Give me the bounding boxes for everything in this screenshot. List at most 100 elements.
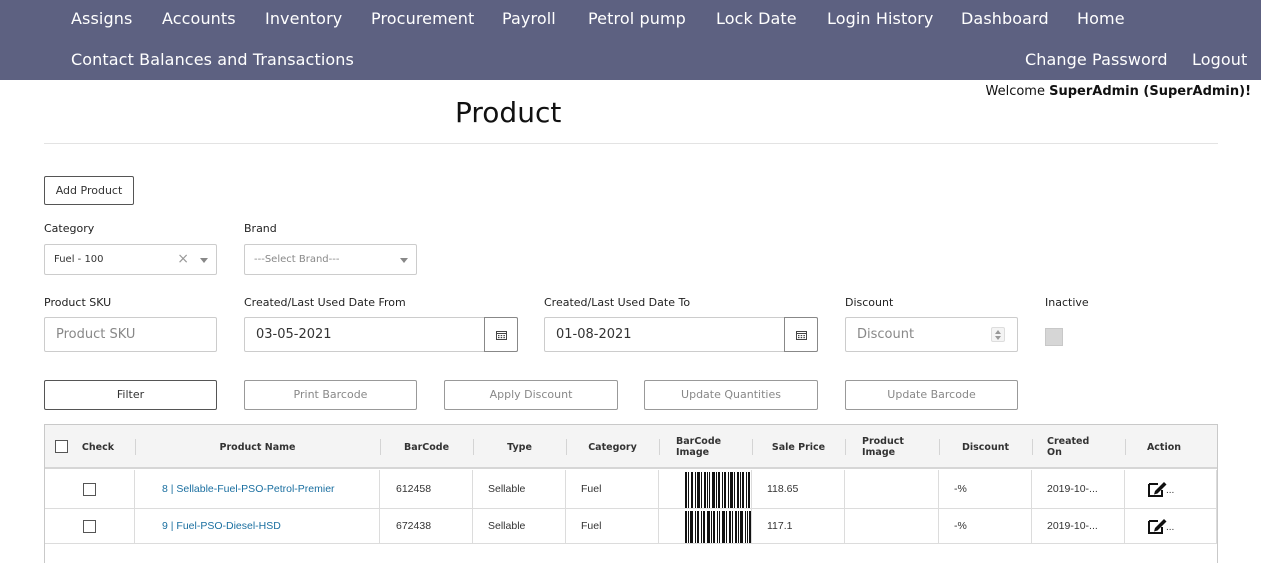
chevron-down-icon xyxy=(400,258,408,263)
barcode-image-cell xyxy=(659,470,752,508)
action-cell: ... xyxy=(1125,509,1217,543)
col-product-image[interactable]: Product Image xyxy=(862,425,922,469)
col-product-name[interactable]: Product Name xyxy=(135,425,380,469)
nav-home[interactable]: Home xyxy=(1077,9,1125,29)
discount-placeholder: Discount xyxy=(857,327,915,342)
barcode-image xyxy=(685,511,751,543)
apply-discount-button[interactable]: Apply Discount xyxy=(444,380,618,410)
discount-cell: -% xyxy=(939,470,1032,508)
col-type[interactable]: Type xyxy=(473,425,566,469)
nav-accounts[interactable]: Accounts xyxy=(162,9,236,29)
col-separator xyxy=(845,439,846,455)
table-row: 9 | Fuel-PSO-Diesel-HSD 672438 Sellable … xyxy=(45,509,1217,544)
col-category[interactable]: Category xyxy=(566,425,659,469)
col-sale-price[interactable]: Sale Price xyxy=(752,425,845,469)
category-cell: Fuel xyxy=(566,470,659,508)
row-check-cell xyxy=(45,470,135,508)
col-barcode-image[interactable]: BarCode Image xyxy=(676,425,736,469)
nav-assigns[interactable]: Assigns xyxy=(71,9,132,29)
nav-payroll[interactable]: Payroll xyxy=(502,9,556,29)
sale-price-cell: 118.65 xyxy=(752,470,845,508)
update-quantities-button[interactable]: Update Quantities xyxy=(644,380,818,410)
product-image-cell xyxy=(845,470,939,508)
top-navbar: Assigns Accounts Inventory Procurement P… xyxy=(0,0,1261,80)
discount-cell: -% xyxy=(939,509,1032,543)
inactive-label: Inactive xyxy=(1045,296,1089,309)
add-product-button[interactable]: Add Product xyxy=(44,176,134,205)
date-from-calendar-button[interactable] xyxy=(484,317,518,352)
row-checkbox[interactable] xyxy=(83,519,96,533)
col-separator xyxy=(1032,439,1033,455)
barcode-cell: 612458 xyxy=(380,470,473,508)
row-checkbox[interactable] xyxy=(83,482,96,496)
barcode-image xyxy=(685,472,750,508)
brand-placeholder: ---Select Brand--- xyxy=(254,254,340,265)
product-grid: Check Product Name BarCode Type Category… xyxy=(44,424,1218,563)
number-spinner-icon[interactable] xyxy=(991,327,1005,342)
col-discount[interactable]: Discount xyxy=(939,425,1032,469)
brand-select[interactable]: ---Select Brand--- xyxy=(244,244,417,275)
sale-price-cell: 117.1 xyxy=(752,509,845,543)
created-on-cell: 2019-10-... xyxy=(1032,470,1125,508)
select-all-checkbox[interactable] xyxy=(55,440,68,453)
created-on-cell: 2019-10-... xyxy=(1032,509,1125,543)
discount-input[interactable]: Discount xyxy=(845,317,1018,352)
type-cell: Sellable xyxy=(473,470,566,508)
nav-petrol-pump[interactable]: Petrol pump xyxy=(588,9,686,29)
col-created-on[interactable]: Created On xyxy=(1047,425,1097,469)
clear-icon[interactable]: × xyxy=(177,251,189,267)
date-to-label: Created/Last Used Date To xyxy=(544,296,691,309)
edit-icon[interactable] xyxy=(1147,480,1168,498)
nav-contact-balances[interactable]: Contact Balances and Transactions xyxy=(71,50,354,70)
product-name-cell: 9 | Fuel-PSO-Diesel-HSD xyxy=(135,509,380,543)
nav-procurement[interactable]: Procurement xyxy=(371,9,474,29)
col-check[interactable]: Check xyxy=(81,425,115,469)
chevron-down-icon xyxy=(200,258,208,263)
category-select[interactable]: Fuel - 100 × xyxy=(44,244,217,275)
inactive-checkbox[interactable] xyxy=(1045,328,1063,346)
filter-button[interactable]: Filter xyxy=(44,380,217,410)
category-cell: Fuel xyxy=(566,509,659,543)
welcome-prefix: Welcome xyxy=(985,84,1050,99)
category-label: Category xyxy=(44,222,95,235)
calendar-icon xyxy=(496,331,507,340)
nav-dashboard[interactable]: Dashboard xyxy=(961,9,1049,29)
date-to-value: 01-08-2021 xyxy=(556,327,632,342)
nav-logout[interactable]: Logout xyxy=(1192,50,1247,70)
table-row: 8 | Sellable-Fuel-PSO-Petrol-Premier 612… xyxy=(45,470,1217,509)
brand-label: Brand xyxy=(244,222,277,235)
product-name-link[interactable]: 9 | Fuel-PSO-Diesel-HSD xyxy=(162,520,281,532)
edit-icon[interactable] xyxy=(1147,517,1168,535)
col-barcode[interactable]: BarCode xyxy=(380,425,473,469)
product-image-cell xyxy=(845,509,939,543)
sku-input[interactable]: Product SKU xyxy=(44,317,217,352)
nav-change-password[interactable]: Change Password xyxy=(1025,50,1168,70)
print-barcode-button[interactable]: Print Barcode xyxy=(244,380,417,410)
page-title: Product xyxy=(455,96,562,129)
date-from-label: Created/Last Used Date From xyxy=(244,296,406,309)
product-name-cell: 8 | Sellable-Fuel-PSO-Petrol-Premier xyxy=(135,470,380,508)
col-action[interactable]: Action xyxy=(1125,425,1203,469)
type-cell: Sellable xyxy=(473,509,566,543)
update-barcode-button[interactable]: Update Barcode xyxy=(845,380,1018,410)
more-actions[interactable]: ... xyxy=(1166,522,1174,533)
sku-placeholder: Product SKU xyxy=(56,327,136,342)
product-name-link[interactable]: 8 | Sellable-Fuel-PSO-Petrol-Premier xyxy=(162,483,335,495)
category-value: Fuel - 100 xyxy=(54,254,104,265)
title-divider xyxy=(44,143,1218,144)
date-to-calendar-button[interactable] xyxy=(784,317,818,352)
barcode-cell: 672438 xyxy=(380,509,473,543)
date-from-input[interactable]: 03-05-2021 xyxy=(244,317,518,352)
discount-label: Discount xyxy=(845,296,894,309)
nav-inventory[interactable]: Inventory xyxy=(265,9,342,29)
calendar-icon xyxy=(796,331,807,340)
more-actions[interactable]: ... xyxy=(1166,485,1174,496)
sku-label: Product SKU xyxy=(44,296,112,309)
row-check-cell xyxy=(45,509,135,543)
date-to-input[interactable]: 01-08-2021 xyxy=(544,317,818,352)
welcome-user: SuperAdmin (SuperAdmin)! xyxy=(1049,84,1251,99)
nav-login-history[interactable]: Login History xyxy=(827,9,933,29)
col-separator xyxy=(659,439,660,455)
nav-lock-date[interactable]: Lock Date xyxy=(716,9,797,29)
grid-header: Check Product Name BarCode Type Category… xyxy=(45,425,1217,469)
